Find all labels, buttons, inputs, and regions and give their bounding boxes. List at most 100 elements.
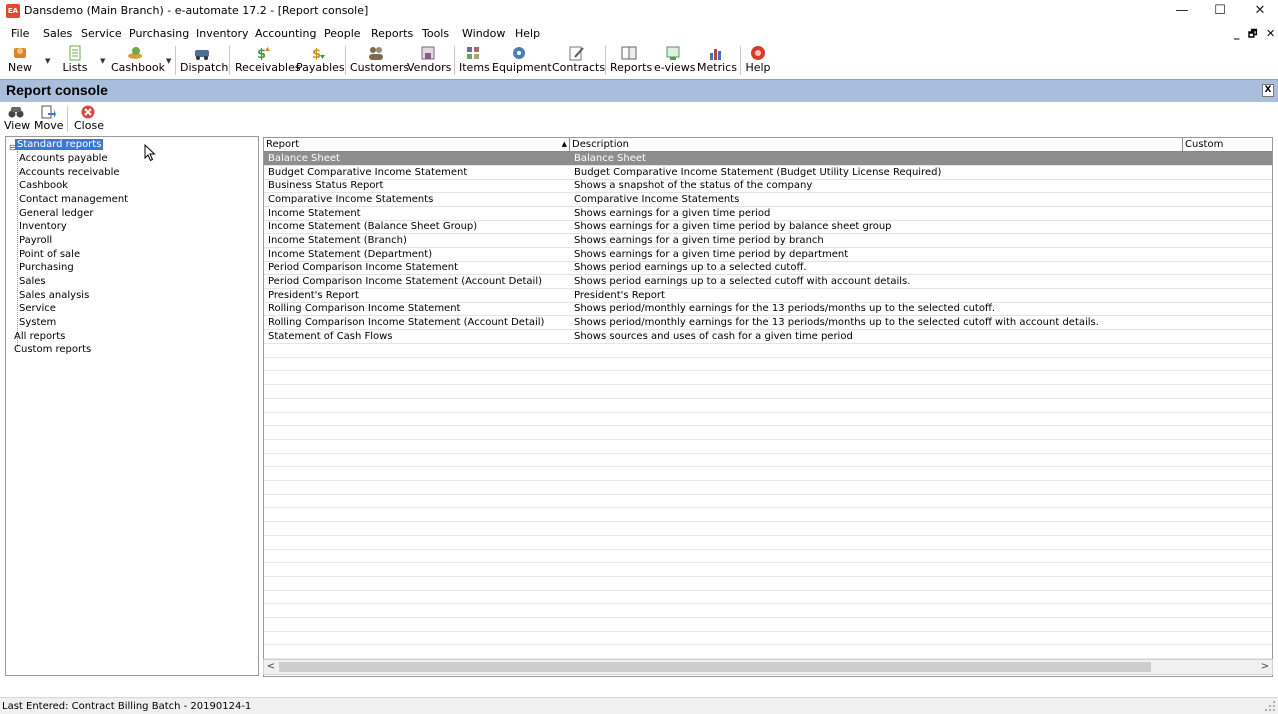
payables-button[interactable]: $ Payables (296, 44, 345, 77)
title-bar: EA Dansdemo (Main Branch) - e-automate 1… (0, 0, 1278, 23)
contracts-label: Contracts (552, 61, 606, 74)
empty-grid-row (264, 467, 1272, 481)
vendors-button[interactable]: Vendors (407, 44, 451, 77)
mdi-restore-button[interactable]: 🗗 (1248, 27, 1257, 44)
menu-service[interactable]: Service (81, 27, 122, 40)
table-row[interactable]: Rolling Comparison Income Statement Shows… (264, 302, 1272, 316)
report-grid[interactable]: Report ▲ Description Custom Balance Sheet… (263, 137, 1273, 677)
table-row[interactable]: Period Comparison Income Statement (Acco… (264, 275, 1272, 289)
table-row[interactable]: Income Statement (Department) Shows earni… (264, 248, 1272, 262)
menu-file[interactable]: File (11, 27, 29, 40)
tree-item-point-of-sale[interactable]: Point of sale (19, 249, 80, 261)
metrics-icon (710, 49, 721, 60)
empty-grid-row (264, 631, 1272, 645)
reports-button[interactable]: Reports (610, 44, 652, 77)
empty-grid-row (264, 494, 1272, 508)
view-button[interactable]: View (4, 104, 30, 132)
mdi-close-button[interactable]: ✕ (1266, 27, 1275, 40)
tree-item-general-ledger[interactable]: General ledger (19, 208, 93, 220)
tree-item-inventory[interactable]: Inventory (19, 221, 67, 233)
tree-item-standard-reports[interactable]: Standard reports (13, 138, 105, 151)
table-row[interactable]: Statement of Cash Flows Shows sources and… (264, 330, 1272, 344)
empty-grid-row (264, 604, 1272, 618)
close-window-button[interactable]: ✕ (1240, 0, 1278, 22)
tree-item-all-reports[interactable]: All reports (14, 331, 65, 343)
report-name-cell: Period Comparison Income Statement (Acco… (268, 276, 543, 287)
column-header-custom[interactable]: Custom (1183, 138, 1272, 152)
table-row[interactable]: Income Statement (Balance Sheet Group) Sh… (264, 220, 1272, 234)
table-row[interactable]: Period Comparison Income Statement Shows … (264, 261, 1272, 275)
menu-help[interactable]: Help (515, 27, 540, 40)
new-button[interactable]: New (6, 44, 34, 77)
resize-grip-icon[interactable] (1264, 700, 1276, 712)
report-category-tree[interactable]: ⊟ Standard reports Accounts payable Acco… (5, 136, 259, 676)
tree-item-cashbook[interactable]: Cashbook (19, 180, 68, 192)
cashbook-icon (128, 47, 142, 59)
items-button[interactable]: Items (459, 44, 490, 77)
table-row[interactable]: Budget Comparative Income Statement Budge… (264, 166, 1272, 180)
customers-label: Customers (350, 61, 410, 74)
empty-grid-row (264, 577, 1272, 591)
empty-grid-row (264, 399, 1272, 413)
column-header-report[interactable]: Report ▲ (264, 138, 570, 152)
lists-dropdown-caret[interactable]: ▼ (100, 57, 105, 65)
metrics-button[interactable]: Metrics (697, 44, 737, 77)
tree-item-sales[interactable]: Sales (19, 276, 46, 288)
scrollbar-thumb[interactable] (279, 662, 1151, 672)
empty-grid-row (264, 440, 1272, 454)
menu-people[interactable]: People (324, 27, 361, 40)
receivables-button[interactable]: $ Receivables (235, 44, 301, 77)
table-row[interactable]: Balance Sheet Balance Sheet (264, 152, 1272, 166)
app-logo-icon[interactable]: EA (6, 4, 20, 18)
description-cell: Shows period earnings up to a selected c… (574, 262, 807, 273)
lists-icon (69, 45, 81, 61)
maximize-button[interactable]: ☐ (1200, 0, 1240, 22)
description-cell: Shows earnings for a given time period b… (574, 221, 892, 232)
move-button[interactable]: Move (34, 104, 64, 132)
cashbook-dropdown-caret[interactable]: ▼ (166, 57, 171, 65)
horizontal-scrollbar[interactable]: < > (263, 659, 1273, 675)
equipment-button[interactable]: Equipment (492, 44, 552, 77)
lists-button[interactable]: Lists (62, 44, 88, 77)
menu-purchasing[interactable]: Purchasing (129, 27, 189, 40)
menu-reports[interactable]: Reports (371, 27, 413, 40)
eviews-button[interactable]: e-views (654, 44, 696, 77)
help-button[interactable]: Help (744, 44, 772, 77)
report-name-cell: Income Statement (Branch) (268, 235, 407, 246)
tree-item-accounts-payable[interactable]: Accounts payable (19, 153, 108, 165)
tree-item-purchasing[interactable]: Purchasing (19, 262, 74, 274)
menu-window[interactable]: Window (462, 27, 505, 40)
report-name-cell: Business Status Report (268, 180, 384, 191)
empty-grid-row (264, 563, 1272, 577)
console-close-button[interactable]: X (1262, 84, 1274, 97)
table-row[interactable]: President's Report President's Report (264, 289, 1272, 303)
table-row[interactable]: Income Statement (Branch) Shows earnings … (264, 234, 1272, 248)
scroll-right-button[interactable]: > (1258, 660, 1272, 674)
tree-item-system[interactable]: System (19, 317, 56, 329)
tree-item-service[interactable]: Service (19, 303, 56, 315)
menu-tools[interactable]: Tools (422, 27, 449, 40)
dispatch-button[interactable]: Dispatch (180, 44, 228, 77)
menu-inventory[interactable]: Inventory (196, 27, 249, 40)
tree-item-sales-analysis[interactable]: Sales analysis (19, 290, 89, 302)
customers-button[interactable]: Customers (350, 44, 410, 77)
column-header-description[interactable]: Description (570, 138, 1183, 152)
table-row[interactable]: Rolling Comparison Income Statement (Acc… (264, 316, 1272, 330)
mdi-minimize-button[interactable]: _ (1234, 27, 1240, 40)
menu-accounting[interactable]: Accounting (255, 27, 316, 40)
report-name-cell: Comparative Income Statements (268, 194, 434, 205)
close-button[interactable]: Close (74, 104, 104, 132)
minimize-button[interactable]: — (1162, 0, 1202, 22)
tree-item-contact-management[interactable]: Contact management (19, 194, 128, 206)
new-dropdown-caret[interactable]: ▼ (45, 57, 50, 65)
table-row[interactable]: Business Status Report Shows a snapshot o… (264, 179, 1272, 193)
tree-item-accounts-receivable[interactable]: Accounts receivable (19, 167, 120, 179)
table-row[interactable]: Comparative Income Statements Comparative… (264, 193, 1272, 207)
tree-item-custom-reports[interactable]: Custom reports (14, 344, 91, 356)
cashbook-button[interactable]: Cashbook (111, 44, 165, 77)
contracts-button[interactable]: Contracts (552, 44, 606, 77)
menu-sales[interactable]: Sales (43, 27, 72, 40)
tree-item-payroll[interactable]: Payroll (19, 235, 52, 247)
scroll-left-button[interactable]: < (264, 660, 278, 674)
table-row[interactable]: Income Statement Shows earnings for a giv… (264, 207, 1272, 221)
